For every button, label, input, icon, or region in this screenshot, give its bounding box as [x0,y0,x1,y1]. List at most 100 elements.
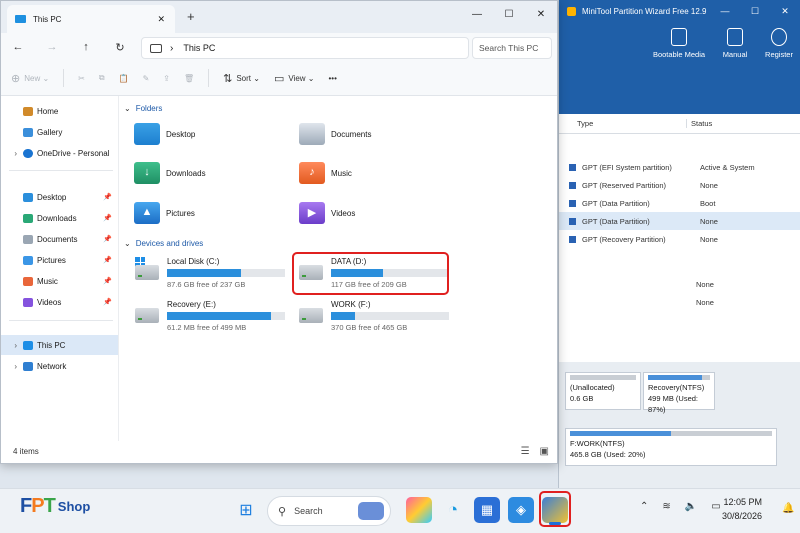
sidebar-item-videos[interactable]: Videos 📌 [1,292,118,312]
file-explorer-window: This PC ✕ + — ☐ ✕ ← → ↑ ↻ › This PC Sear… [0,0,558,464]
notification-icon[interactable]: 🔔 [782,503,794,514]
details-view-icon[interactable]: ☰ [521,446,530,457]
close-button[interactable]: ✕ [770,6,800,17]
edge-icon[interactable]: ◔ [440,497,466,523]
taskbar-search[interactable]: ⚲ Search [267,496,391,526]
videos-folder-icon: ▶ [299,202,325,224]
up-button[interactable]: ↑ [69,41,103,53]
pin-icon: 📌 [103,215,112,222]
minitool-titlebar: MiniTool Partition Wizard Free 12.9 — ☐ … [559,0,800,22]
table-row[interactable]: GPT (Data Partition) Boot [559,194,800,212]
disk-map: (Unallocated) 0.6 GB Recovery(NTFS) 499 … [559,362,800,488]
drive-c[interactable]: Local Disk (C:) 87.6 GB free of 237 GB [135,257,285,293]
drive-d-highlight [292,252,449,295]
minitool-title: MiniTool Partition Wizard Free 12.9 [582,6,707,16]
folders-group-header[interactable]: ⌄ Folders [124,104,162,113]
sort-icon: ⇅ [223,72,233,85]
table-row[interactable]: GPT (Reserved Partition) None [559,176,800,194]
sidebar-item-network[interactable]: › Network [1,356,118,376]
sidebar-item-music[interactable]: Music 📌 [1,271,118,291]
computer-icon [23,340,33,350]
drive-e[interactable]: Recovery (E:) 61.2 MB free of 499 MB [135,300,285,336]
folder-videos[interactable]: ▶ Videos [299,200,355,226]
table-row[interactable]: GPT (EFI System partition) Active & Syste… [559,158,800,176]
music-icon [23,276,33,286]
register-button[interactable]: Register [749,28,800,59]
maximize-button[interactable]: ☐ [740,6,770,17]
table-row[interactable]: GPT (Recovery Partition) None [559,230,800,248]
more-options-button[interactable]: ••• [329,74,337,83]
new-button[interactable]: ⊕ New ⌄ [11,72,49,85]
minimize-button[interactable]: — [461,1,493,29]
column-type[interactable]: Type [571,119,686,128]
copy-icon[interactable]: ⧉ [99,73,105,83]
table-row[interactable]: None [559,293,800,311]
table-row[interactable]: None [559,275,800,293]
chevron-down-icon: ⌄ [124,239,131,248]
start-icon[interactable]: ⊞ [233,497,259,523]
music-folder-icon: ♪ [299,162,325,184]
battery-icon[interactable]: ▭ [711,501,720,512]
rename-icon[interactable]: ✎ [143,74,150,83]
paste-icon[interactable]: 📋 [119,74,129,83]
chevron-right-icon[interactable]: › [1,341,23,350]
folder-documents[interactable]: Documents [299,121,371,147]
chevron-up-icon[interactable]: ⌃ [640,501,648,512]
sidebar-item-documents[interactable]: Documents 📌 [1,229,118,249]
partition-recovery[interactable]: Recovery(NTFS) 499 MB (Used: 87%) [643,372,715,414]
documents-folder-icon [299,123,325,145]
copilot-icon[interactable] [406,497,432,523]
drives-group-header[interactable]: ⌄ Devices and drives [124,239,203,248]
folder-desktop[interactable]: Desktop [134,121,195,147]
sidebar-item-gallery[interactable]: Gallery [1,122,118,142]
view-button[interactable]: ▭ View ⌄ [274,72,315,85]
tiles-view-icon[interactable]: ▣ [540,446,549,457]
chevron-right-icon[interactable]: › [1,149,23,158]
address-bar[interactable]: › This PC [141,37,469,59]
command-bar: ⊕ New ⌄ ✂ ⧉ 📋 ✎ ⇪ 🗑 ⇅ Sort ⌄ ▭ View ⌄ ••• [1,61,557,96]
sidebar-item-pictures[interactable]: Pictures 📌 [1,250,118,270]
store-bag-icon[interactable]: ◈ [508,497,534,523]
partition-icon [569,199,576,207]
back-button[interactable]: ← [1,41,35,53]
volume-icon[interactable]: 🔈 [685,501,697,512]
new-tab-button[interactable]: + [187,9,195,24]
sidebar-item-desktop[interactable]: Desktop 📌 [1,187,118,207]
sidebar-item-this-pc[interactable]: › This PC [1,335,118,355]
close-tab-icon[interactable]: ✕ [157,14,165,25]
refresh-button[interactable]: ↻ [103,41,137,54]
partition-table: Type Status GPT (EFI System partition) Ac… [559,114,800,354]
store-icon[interactable]: ▦ [474,497,500,523]
delete-icon[interactable]: 🗑 [184,74,194,83]
folder-pictures[interactable]: ▲ Pictures [134,200,195,226]
drive-f[interactable]: WORK (F:) 370 GB free of 465 GB [299,300,449,336]
wifi-icon[interactable]: ≋ [662,501,670,512]
clock[interactable]: 12:05 PM 30/8/2026 [722,495,762,523]
partition-icon [569,217,576,225]
sidebar-item-home[interactable]: Home [1,101,118,121]
partition-unallocated[interactable]: (Unallocated) 0.6 GB [565,372,641,410]
item-count: 4 items [13,446,39,456]
sort-button[interactable]: ⇅ Sort ⌄ [223,72,260,85]
videos-icon [23,297,33,307]
drive-usage-bar [167,269,285,277]
sidebar-item-onedrive[interactable]: › OneDrive - Personal [1,143,118,163]
cut-icon[interactable]: ✂ [78,74,85,83]
share-icon[interactable]: ⇪ [163,74,170,83]
minimize-button[interactable]: — [710,6,740,17]
folder-downloads[interactable]: ↓ Downloads [134,160,206,186]
active-indicator [549,522,561,525]
column-status[interactable]: Status [686,119,712,128]
tab-this-pc[interactable]: This PC ✕ [7,5,175,33]
maximize-button[interactable]: ☐ [493,1,525,29]
search-input[interactable]: Search This PC [472,37,552,59]
close-button[interactable]: ✕ [525,1,557,29]
forward-button[interactable]: → [35,41,69,53]
folder-music[interactable]: ♪ Music [299,160,352,186]
bootable-media-button[interactable]: Bootable Media [649,28,709,59]
table-row[interactable]: GPT (Data Partition) None [559,212,800,230]
navigation-pane: Home Gallery › OneDrive - Personal Deskto… [1,96,119,441]
sidebar-item-downloads[interactable]: Downloads 📌 [1,208,118,228]
partition-work[interactable]: F:WORK(NTFS) 465.8 GB (Used: 20%) [565,428,777,466]
chevron-right-icon[interactable]: › [1,362,23,371]
